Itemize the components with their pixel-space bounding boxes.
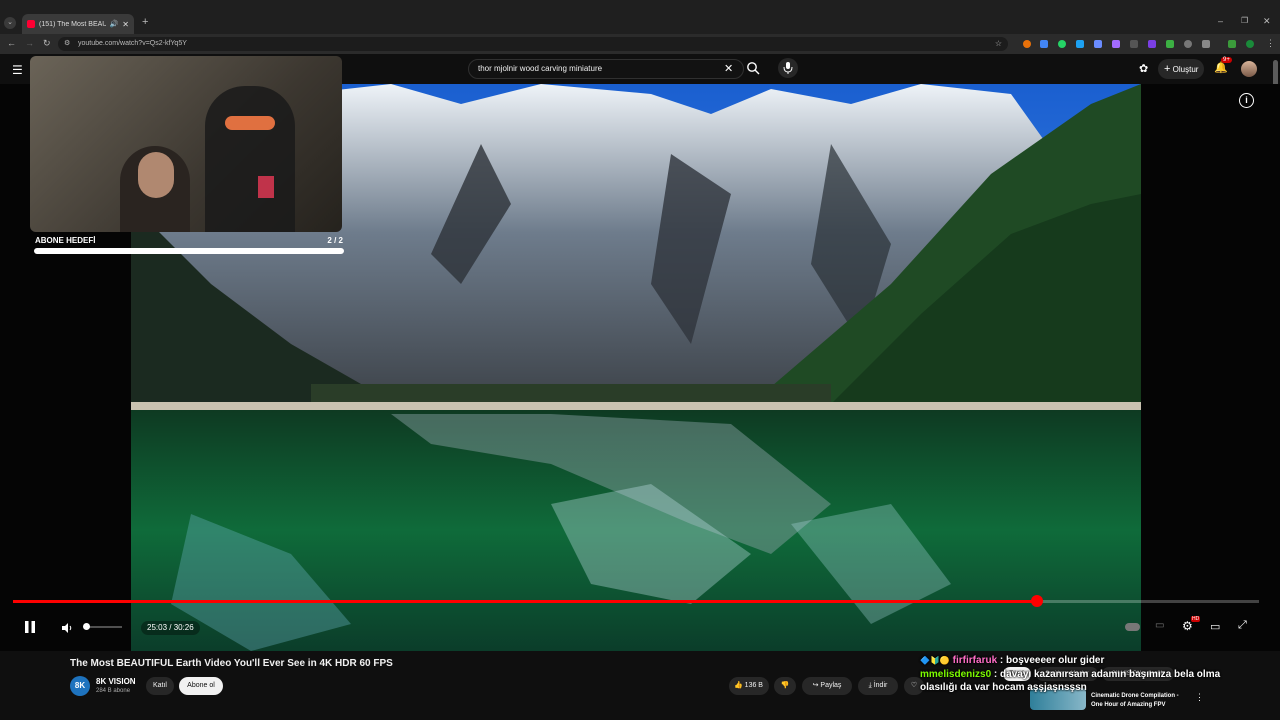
- subscribe-button[interactable]: Abone ol: [179, 677, 223, 695]
- restore-icon[interactable]: ❐: [1241, 16, 1248, 26]
- download-button[interactable]: ⤓ İndir: [858, 677, 898, 695]
- new-tab-icon[interactable]: +: [142, 17, 148, 28]
- seek-bar-played: [13, 600, 1038, 603]
- subscriber-goal-widget: ABONE HEDEFİ 2 / 2: [33, 236, 345, 258]
- channel-name[interactable]: 8K VISION: [96, 677, 136, 686]
- thumbs-up-icon: 👍: [734, 682, 743, 689]
- profile-icon[interactable]: [1246, 40, 1254, 48]
- close-tab-icon[interactable]: ✕: [122, 20, 129, 29]
- like-count: 136 B: [744, 682, 763, 689]
- fullscreen-icon[interactable]: ⤢: [1238, 619, 1247, 632]
- speaker-icon[interactable]: 🔊: [110, 20, 119, 28]
- volume-slider[interactable]: [82, 623, 122, 630]
- back-icon[interactable]: ←: [7, 38, 16, 48]
- search-query: thor mjolnir wood carving miniature: [478, 64, 603, 73]
- url-text: youtube.com/watch?v=Qs2-kfYq5Y: [78, 40, 187, 47]
- theater-mode-icon[interactable]: ▭: [1210, 620, 1220, 633]
- goal-label: ABONE HEDEFİ: [35, 236, 96, 245]
- extension-icon[interactable]: [1148, 40, 1156, 48]
- subtitles-icon[interactable]: ▭: [1155, 620, 1164, 631]
- clear-search-icon[interactable]: ✕: [724, 62, 733, 75]
- address-bar[interactable]: ⚙ youtube.com/watch?v=Qs2-kfYq5Y ☆: [58, 37, 1008, 51]
- close-window-icon[interactable]: ✕: [1263, 16, 1271, 26]
- hd-badge: HD: [1191, 616, 1201, 622]
- create-label: Oluştur: [1172, 65, 1199, 74]
- download-icon: ⤓: [868, 682, 872, 689]
- create-button[interactable]: + Oluştur: [1158, 59, 1204, 79]
- join-button[interactable]: Katıl: [146, 677, 174, 695]
- autoplay-toggle[interactable]: [1125, 623, 1140, 631]
- like-button[interactable]: 👍 136 B: [729, 677, 769, 695]
- bookmark-star-icon[interactable]: ☆: [995, 37, 1002, 51]
- info-icon[interactable]: i: [1239, 93, 1254, 108]
- extension-icon[interactable]: [1166, 40, 1174, 48]
- streamer-webcam: [30, 56, 342, 232]
- hamburger-menu-icon[interactable]: ☰: [12, 63, 23, 77]
- extension-icon[interactable]: [1058, 40, 1066, 48]
- thumbs-down-icon: 👎: [780, 682, 790, 689]
- goal-value: 2 / 2: [327, 236, 343, 245]
- volume-slider-handle[interactable]: [82, 623, 90, 630]
- extensions-puzzle-icon[interactable]: [1202, 40, 1210, 48]
- heart-icon: ♡: [910, 682, 918, 689]
- extension-icon[interactable]: [1228, 40, 1236, 48]
- search-input[interactable]: thor mjolnir wood carving miniature: [468, 59, 744, 79]
- notification-count-badge: 9+: [1221, 57, 1232, 63]
- chat-text: : boşveeeer olur gider: [997, 655, 1105, 666]
- browser-tab[interactable]: (151) The Most BEAUTIFUL 🔊 ✕: [22, 14, 134, 34]
- extension-icon[interactable]: [1040, 40, 1048, 48]
- share-icon: ↪: [812, 682, 819, 689]
- extension-icon[interactable]: [1184, 40, 1192, 48]
- extension-icon[interactable]: [1023, 40, 1031, 48]
- youtube-favicon-icon: [27, 20, 35, 28]
- chat-username: firfirfaruk: [952, 655, 998, 666]
- plus-icon: +: [1164, 63, 1171, 75]
- video-title: The Most BEAUTIFUL Earth Video You'll Ev…: [70, 658, 393, 669]
- chat-message: 🔷🔰🟡 firfirfaruk : boşveeeer olur gider: [920, 655, 1240, 666]
- channel-avatar[interactable]: 8K: [70, 676, 90, 696]
- minimize-icon[interactable]: –: [1218, 16, 1223, 26]
- pause-button[interactable]: [24, 620, 36, 639]
- creator-tools-icon[interactable]: ✿: [1139, 62, 1148, 75]
- chat-message: mmelisdenizs0 : davayı kazanırsam adamın…: [920, 668, 1240, 694]
- share-label: Paylaş: [820, 682, 842, 689]
- time-display: 25:03 / 30:26: [141, 621, 200, 635]
- browser-tab-bar: ⌄ (151) The Most BEAUTIFUL 🔊 ✕ + – ❐ ✕: [0, 0, 1280, 34]
- extension-icon[interactable]: [1094, 40, 1102, 48]
- stream-chat-overlay: 🔷🔰🟡 firfirfaruk : boşveeeer olur gider m…: [920, 655, 1240, 694]
- tab-search-icon[interactable]: ⌄: [4, 17, 16, 29]
- volume-icon[interactable]: [61, 621, 73, 639]
- extension-icon[interactable]: [1112, 40, 1120, 48]
- site-info-icon[interactable]: ⚙: [64, 37, 70, 51]
- goal-progress-bar: [34, 248, 344, 254]
- tab-title: (151) The Most BEAUTIFUL: [39, 20, 106, 28]
- recommended-title[interactable]: Cinematic Drone Compilation - One Hour o…: [1091, 692, 1191, 710]
- search-icon[interactable]: [746, 61, 760, 80]
- browser-menu-icon[interactable]: ⋮: [1266, 38, 1275, 48]
- reload-icon[interactable]: ↻: [43, 38, 51, 48]
- download-label: İndir: [873, 682, 888, 689]
- seek-bar[interactable]: [13, 595, 1259, 607]
- subscriber-count: 284 B abone: [96, 688, 131, 694]
- dislike-button[interactable]: 👎: [774, 677, 796, 695]
- chat-badges-icon: 🔷🔰🟡: [920, 656, 950, 665]
- forward-icon[interactable]: →: [25, 38, 34, 48]
- avatar[interactable]: [1241, 61, 1257, 77]
- extension-icon[interactable]: [1130, 40, 1138, 48]
- extension-icon[interactable]: [1076, 40, 1084, 48]
- share-button[interactable]: ↪ Paylaş: [802, 677, 852, 695]
- chat-username: mmelisdenizs0: [920, 669, 992, 680]
- voice-search-icon[interactable]: [778, 58, 798, 78]
